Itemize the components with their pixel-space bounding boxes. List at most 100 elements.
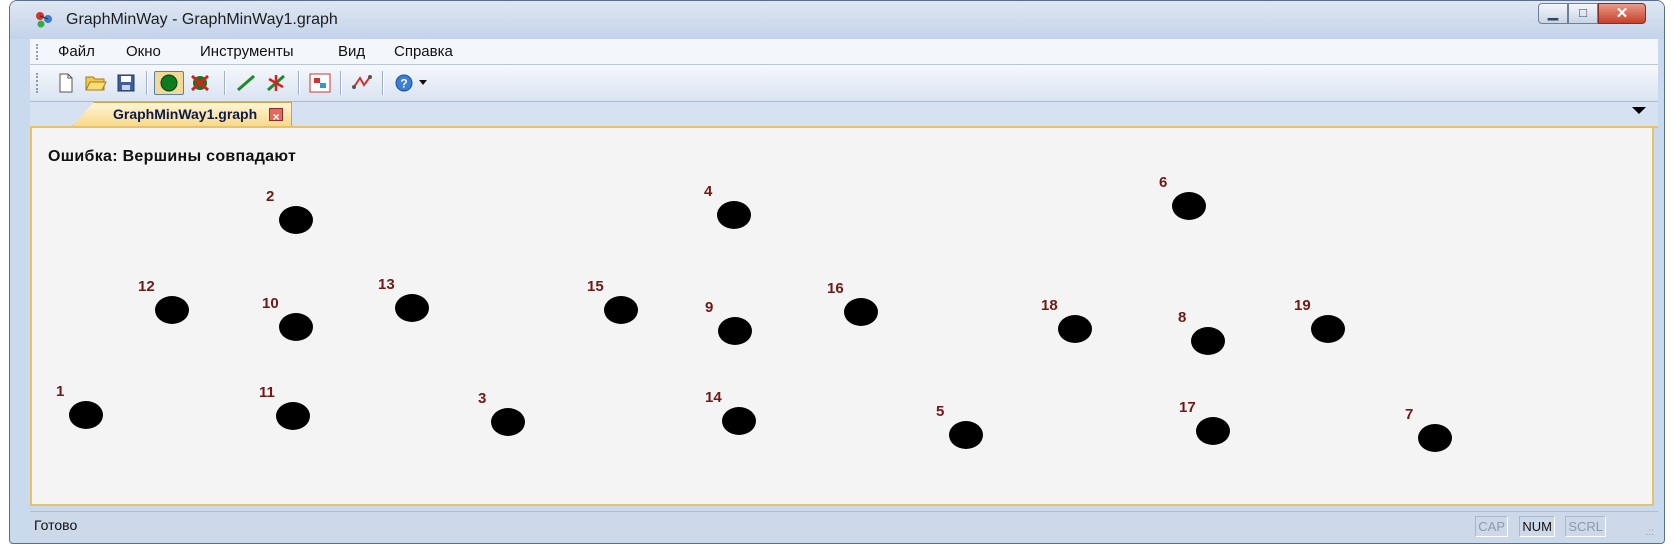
num-indicator: NUM xyxy=(1519,516,1555,537)
vertex-label: 10 xyxy=(262,295,279,312)
vertex-label: 18 xyxy=(1041,297,1058,314)
resize-grip[interactable]: .:: xyxy=(1646,527,1654,538)
chevron-down-icon xyxy=(419,80,427,85)
matrix-icon xyxy=(309,73,331,93)
error-message: Ошибка: Вершины совпадают xyxy=(48,148,297,165)
vertex-label: 17 xyxy=(1179,399,1196,416)
shortest-path-icon xyxy=(352,75,372,89)
tab-close-button[interactable]: × xyxy=(269,108,284,124)
menu-bar: Файл Окно Инструменты Вид Справка xyxy=(30,39,1658,65)
minimize-icon: ▁ xyxy=(1548,5,1558,20)
graph-vertex[interactable] xyxy=(718,317,752,345)
graph-vertex[interactable] xyxy=(604,296,638,324)
graph-vertex[interactable] xyxy=(1058,315,1092,343)
toolbar-separator xyxy=(340,71,342,95)
tab-list-dropdown[interactable] xyxy=(1632,107,1646,114)
svg-text:?: ? xyxy=(400,77,407,91)
tab-label: GraphMinWay1.graph xyxy=(113,106,258,122)
scrl-indicator: SCRL xyxy=(1565,516,1606,537)
vertex-label: 1 xyxy=(56,383,65,400)
graph-vertex[interactable] xyxy=(279,313,313,341)
toolbar-grip[interactable] xyxy=(36,73,41,93)
graph-vertex[interactable] xyxy=(1418,424,1452,452)
delete-vertex-button[interactable] xyxy=(188,71,212,95)
close-icon: × xyxy=(272,110,280,124)
title-bar[interactable]: GraphMinWay - GraphMinWay1.graph ▁ □ ✕ xyxy=(10,1,1664,39)
maximize-button[interactable]: □ xyxy=(1568,3,1598,24)
vertex-label: 8 xyxy=(1178,309,1187,326)
help-button[interactable]: ? xyxy=(392,71,416,95)
vertex-label: 5 xyxy=(936,403,945,420)
open-folder-icon xyxy=(85,76,107,91)
vertex-label: 2 xyxy=(266,188,275,205)
graph-vertex[interactable] xyxy=(844,298,878,326)
close-button[interactable]: ✕ xyxy=(1598,3,1646,24)
graph-vertex[interactable] xyxy=(949,421,983,449)
vertex-label: 16 xyxy=(827,280,844,297)
toolbar-separator xyxy=(146,71,148,95)
graph-vertex[interactable] xyxy=(155,296,189,324)
toolbar: ? xyxy=(30,65,1658,102)
matrix-button[interactable] xyxy=(308,71,332,95)
status-text: Готово xyxy=(34,517,78,533)
vertex-label: 6 xyxy=(1159,174,1168,191)
shortest-path-button[interactable] xyxy=(350,71,374,95)
graph-canvas[interactable]: Ошибка: Вершины совпадают 1 2 3 4 5 6 7 8 9 10 11 1… xyxy=(30,128,1654,506)
save-button[interactable] xyxy=(114,71,138,95)
maximize-icon: □ xyxy=(1579,5,1587,20)
new-file-button[interactable] xyxy=(54,71,78,95)
add-vertex-icon xyxy=(160,74,178,92)
menu-grip[interactable] xyxy=(36,44,41,60)
add-edge-icon xyxy=(237,74,255,92)
toolbar-separator xyxy=(382,71,384,95)
open-file-button[interactable] xyxy=(84,71,108,95)
delete-edge-icon xyxy=(267,74,285,92)
vertex-label: 11 xyxy=(259,384,275,401)
menu-file[interactable]: Файл xyxy=(58,43,95,60)
graph-vertex[interactable] xyxy=(1311,315,1345,343)
window-title: GraphMinWay - GraphMinWay1.graph xyxy=(66,11,338,28)
delete-edge-button[interactable] xyxy=(264,71,288,95)
vertex-label: 15 xyxy=(587,278,604,295)
menu-tools[interactable]: Инструменты xyxy=(200,43,294,60)
graph-vertex[interactable] xyxy=(491,408,525,436)
toolbar-separator xyxy=(298,71,300,95)
vertex-label: 13 xyxy=(378,276,395,293)
status-bar: Готово CAP NUM SCRL .:: xyxy=(30,511,1658,540)
graph-vertex[interactable] xyxy=(69,401,103,429)
vertex-label: 7 xyxy=(1405,406,1414,423)
graph-vertex[interactable] xyxy=(1172,192,1206,220)
delete-vertex-icon xyxy=(191,74,209,92)
close-icon: ✕ xyxy=(1615,5,1629,22)
save-icon xyxy=(117,74,135,92)
vertex-label: 3 xyxy=(478,390,487,407)
new-file-icon xyxy=(59,73,73,93)
minimize-button[interactable]: ▁ xyxy=(1538,3,1568,24)
tab-document[interactable]: GraphMinWay1.graph × xyxy=(72,102,293,126)
vertex-label: 4 xyxy=(704,183,713,200)
graph-vertex[interactable] xyxy=(722,407,756,435)
add-edge-button[interactable] xyxy=(234,71,258,95)
add-vertex-button[interactable] xyxy=(154,71,184,95)
vertex-label: 9 xyxy=(705,299,714,316)
menu-view[interactable]: Вид xyxy=(338,43,365,60)
menu-help[interactable]: Справка xyxy=(394,43,453,60)
menu-window[interactable]: Окно xyxy=(126,43,161,60)
graph-vertex[interactable] xyxy=(276,402,310,430)
app-icon xyxy=(36,12,52,28)
graph-vertex[interactable] xyxy=(717,201,751,229)
window-controls: ▁ □ ✕ xyxy=(1538,3,1646,25)
toolbar-overflow-button[interactable] xyxy=(416,71,430,95)
document-tab-bar: GraphMinWay1.graph × xyxy=(30,102,1658,128)
help-icon: ? xyxy=(395,74,413,92)
vertex-label: 12 xyxy=(138,278,155,295)
vertex-label: 14 xyxy=(705,389,722,406)
graph-vertex[interactable] xyxy=(395,294,429,322)
graph-vertex[interactable] xyxy=(1191,327,1225,355)
cap-indicator: CAP xyxy=(1475,516,1508,537)
app-window: GraphMinWay - GraphMinWay1.graph ▁ □ ✕ Ф… xyxy=(9,0,1665,544)
toolbar-separator xyxy=(224,71,226,95)
vertex-label: 19 xyxy=(1294,297,1311,314)
graph-vertex[interactable] xyxy=(279,206,313,234)
graph-vertex[interactable] xyxy=(1196,417,1230,445)
